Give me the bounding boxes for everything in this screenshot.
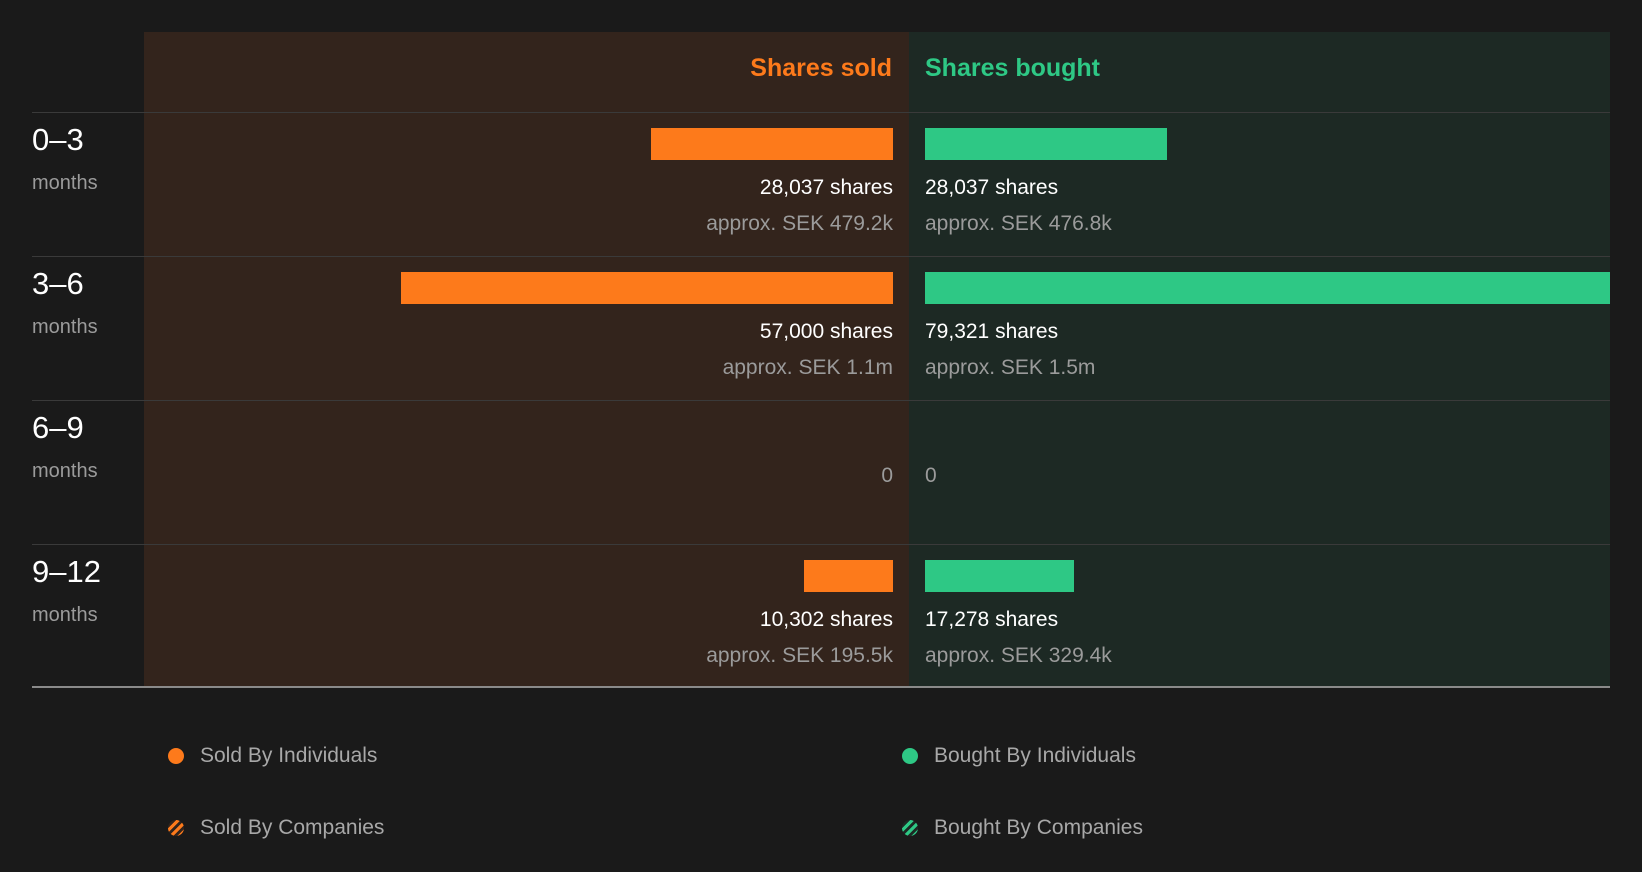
bought-bar — [925, 272, 1610, 304]
sold-bar — [650, 128, 893, 160]
row-divider — [32, 544, 1610, 545]
legend-label: Bought By Companies — [934, 816, 1143, 839]
row-divider — [32, 256, 1610, 257]
sold-companies-hatch-icon — [168, 820, 184, 836]
period-label: 9–12 — [32, 554, 101, 589]
row-divider — [32, 112, 1610, 113]
sold-shares-label: 10,302 shares — [759, 608, 893, 631]
period-label: 0–3 — [32, 122, 84, 157]
sold-approx-value: approx. SEK 479.2k — [706, 212, 893, 235]
period-label: 6–9 — [32, 410, 84, 445]
bought-bar — [925, 560, 1075, 592]
sold-bar — [804, 560, 893, 592]
legend-item: Sold By Individuals — [168, 744, 377, 768]
legend-item: Bought By Individuals — [902, 744, 1136, 768]
bought-shares-label: 17,278 shares — [925, 608, 1059, 631]
bought-zero-label: 0 — [925, 464, 937, 487]
period-unit-label: months — [32, 316, 98, 338]
period-unit-label: months — [32, 172, 98, 194]
legend-label: Bought By Individuals — [934, 744, 1136, 767]
bought-shares-label: 79,321 shares — [925, 320, 1059, 343]
bought-approx-value: approx. SEK 329.4k — [925, 644, 1112, 667]
sold-shares-label: 57,000 shares — [759, 320, 893, 343]
legend-item: Sold By Companies — [168, 816, 384, 840]
sold-bar — [400, 272, 893, 304]
period-label: 3–6 — [32, 266, 84, 301]
bought-approx-value: approx. SEK 1.5m — [925, 356, 1096, 379]
bought-shares-label: 28,037 shares — [925, 176, 1059, 199]
legend-label: Sold By Companies — [200, 816, 385, 839]
bought-individuals-dot-icon — [902, 748, 918, 764]
row-divider — [32, 400, 1610, 401]
period-unit-label: months — [32, 604, 98, 626]
legend-item: Bought By Companies — [902, 816, 1143, 840]
sold-shares-label: 28,037 shares — [759, 176, 893, 199]
bought-approx-value: approx. SEK 476.8k — [925, 212, 1112, 235]
shares-bought-header: Shares bought — [925, 54, 1101, 82]
sold-approx-value: approx. SEK 1.1m — [722, 356, 893, 379]
chart-baseline — [32, 686, 1610, 688]
sold-approx-value: approx. SEK 195.5k — [706, 644, 893, 667]
sold-individuals-dot-icon — [168, 748, 184, 764]
bought-bar — [925, 128, 1168, 160]
shares-sold-header: Shares sold — [750, 54, 892, 82]
bought-companies-hatch-icon — [902, 820, 918, 836]
legend-label: Sold By Individuals — [200, 744, 378, 767]
sold-zero-label: 0 — [881, 464, 893, 487]
period-unit-label: months — [32, 460, 98, 482]
